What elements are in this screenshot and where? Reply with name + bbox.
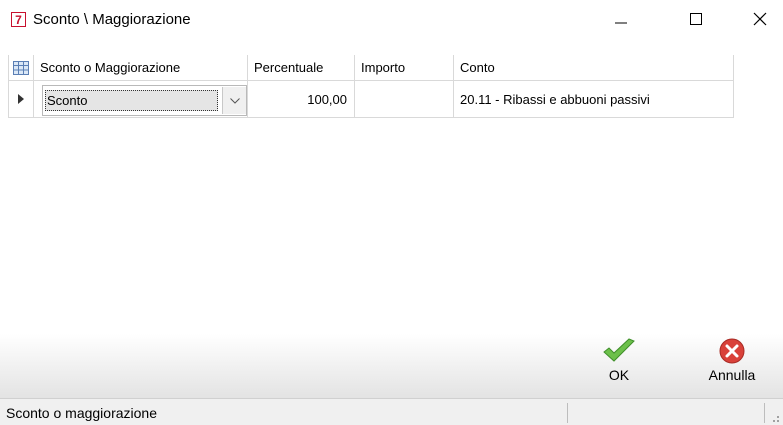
close-button[interactable] xyxy=(737,0,783,38)
column-header-sconto-maggiorazione[interactable]: Sconto o Maggiorazione xyxy=(34,55,248,81)
row-indicator[interactable] xyxy=(8,81,34,118)
cell-conto[interactable]: 20.11 - Ribassi e abbuoni passivi xyxy=(454,81,734,118)
maximize-button[interactable] xyxy=(673,0,719,38)
cell-importo[interactable] xyxy=(355,81,454,118)
title-bar: 7 Sconto \ Maggiorazione xyxy=(0,0,783,38)
row-pointer-icon xyxy=(18,94,24,104)
window-title: Sconto \ Maggiorazione xyxy=(33,11,191,28)
action-panel: OK Annulla xyxy=(0,334,783,398)
maximize-icon xyxy=(690,13,702,25)
ok-label: OK xyxy=(608,367,630,383)
status-separator xyxy=(764,403,765,423)
cell-percentuale[interactable]: 100,00 xyxy=(248,81,355,118)
status-separator xyxy=(567,403,568,423)
tipo-dropdown-button[interactable] xyxy=(222,87,246,114)
column-header-percentuale[interactable]: Percentuale xyxy=(248,55,355,81)
cancel-icon xyxy=(719,338,745,364)
chevron-down-icon xyxy=(229,97,240,104)
minimize-button[interactable] xyxy=(598,0,644,38)
column-header-importo[interactable]: Importo xyxy=(355,55,454,81)
column-header-conto[interactable]: Conto xyxy=(454,55,734,81)
grid-column-chooser[interactable] xyxy=(8,55,34,81)
close-icon xyxy=(753,12,767,26)
status-text: Sconto o maggiorazione xyxy=(6,405,157,421)
ok-button[interactable]: OK xyxy=(596,337,642,383)
table-icon xyxy=(13,60,29,75)
checkmark-icon xyxy=(603,338,635,362)
annulla-button[interactable]: Annulla xyxy=(703,337,761,383)
resize-grip-icon[interactable] xyxy=(770,413,780,423)
app-logo-icon: 7 xyxy=(11,12,26,27)
minimize-icon xyxy=(615,22,627,24)
tipo-combobox-value[interactable]: Sconto xyxy=(45,90,218,111)
status-bar: Sconto o maggiorazione xyxy=(0,398,783,425)
tipo-combobox[interactable]: Sconto xyxy=(42,85,247,116)
annulla-label: Annulla xyxy=(708,367,756,383)
